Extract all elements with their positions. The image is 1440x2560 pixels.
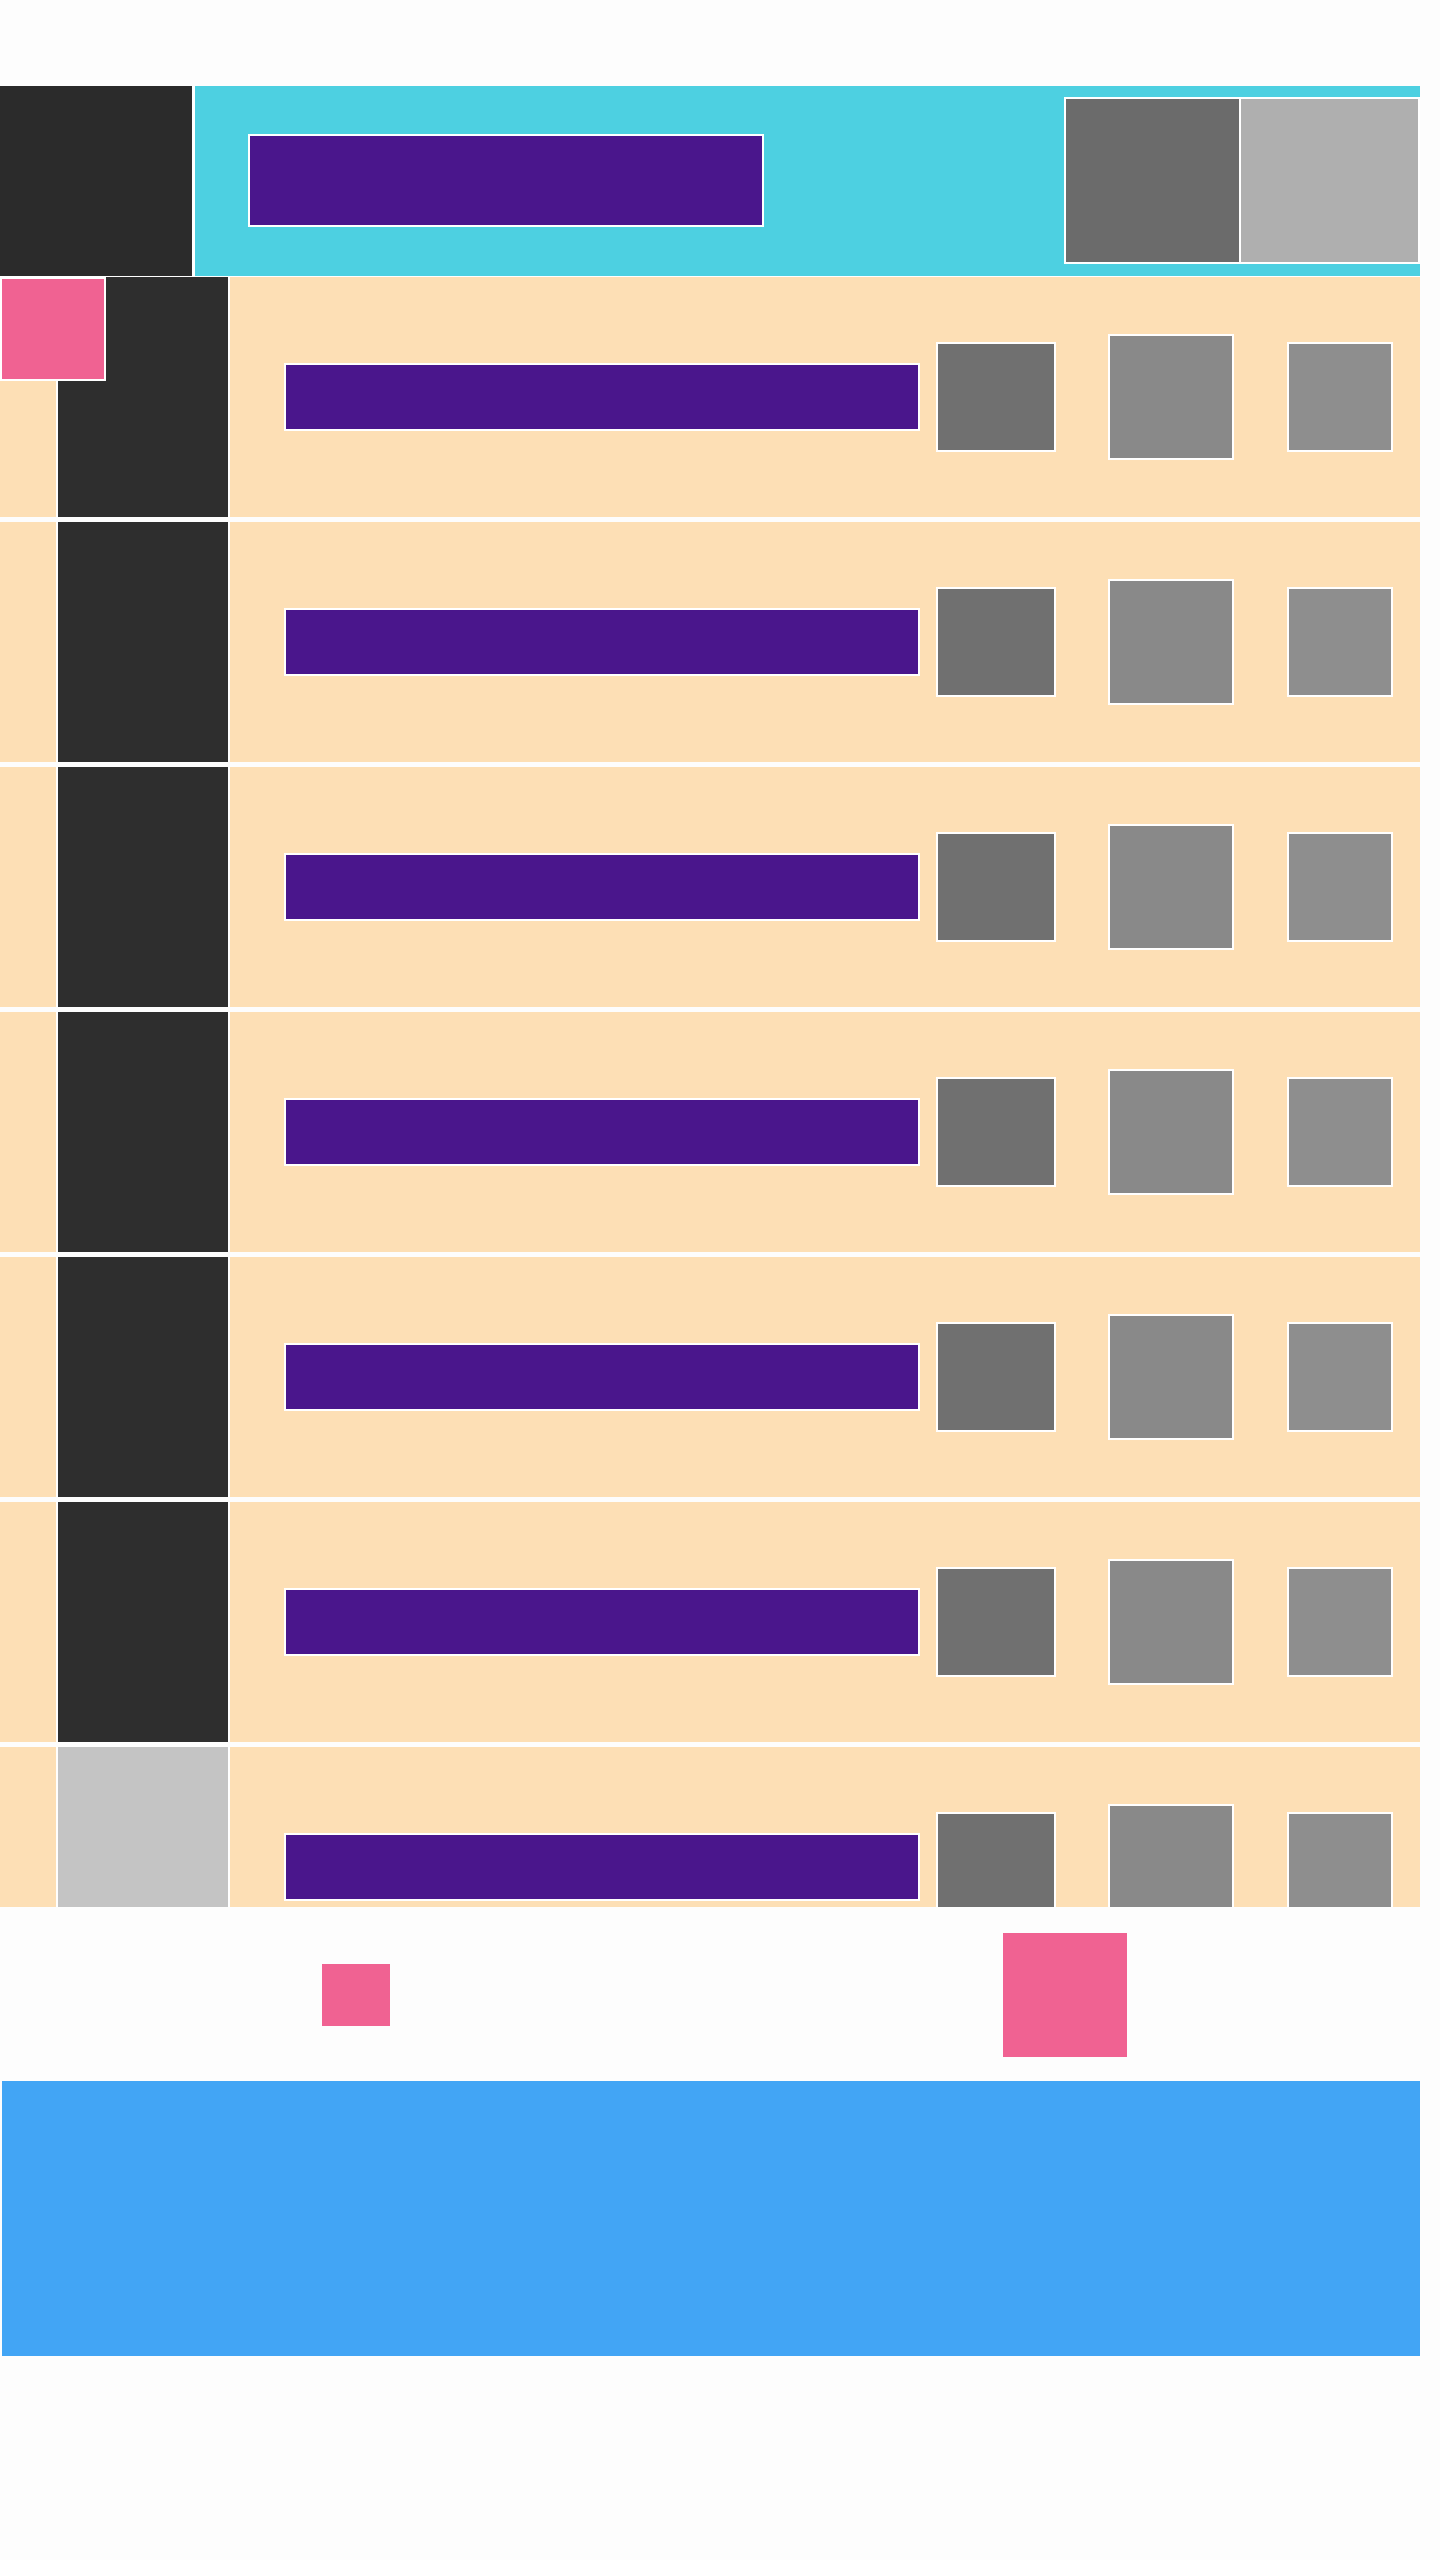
floating-action-button[interactable]	[1003, 1933, 1127, 2057]
item-thumbnail[interactable]	[56, 767, 230, 1007]
item-action-button[interactable]	[1287, 832, 1393, 942]
list-item[interactable]	[0, 1257, 1420, 1497]
item-action-button[interactable]	[936, 1077, 1056, 1187]
corner-badge	[0, 277, 106, 381]
header-title	[248, 134, 764, 227]
item-action-button[interactable]	[1287, 1812, 1393, 1907]
item-action-button[interactable]	[936, 1567, 1056, 1677]
item-thumbnail[interactable]	[56, 522, 230, 762]
item-title	[284, 363, 920, 431]
header-primary-button[interactable]	[1064, 97, 1241, 264]
item-action-button[interactable]	[1108, 1804, 1234, 1907]
item-list	[0, 277, 1420, 1907]
list-item[interactable]	[0, 1012, 1420, 1252]
item-action-button[interactable]	[1108, 1314, 1234, 1440]
item-thumbnail[interactable]	[56, 1012, 230, 1252]
item-action-button[interactable]	[936, 587, 1056, 697]
item-title	[284, 853, 920, 921]
item-action-button[interactable]	[1287, 587, 1393, 697]
item-thumbnail[interactable]	[56, 1257, 230, 1497]
item-action-button[interactable]	[1108, 1069, 1234, 1195]
page	[0, 0, 1440, 2560]
item-title	[284, 1343, 920, 1411]
item-title	[284, 1098, 920, 1166]
pagination-bar	[0, 1907, 1420, 2081]
item-action-button[interactable]	[1108, 1559, 1234, 1685]
bottom-banner[interactable]	[2, 2081, 1420, 2356]
item-action-button[interactable]	[936, 1322, 1056, 1432]
item-title	[284, 1833, 920, 1901]
header-secondary-button[interactable]	[1239, 97, 1420, 264]
item-title	[284, 608, 920, 676]
item-action-button[interactable]	[1108, 579, 1234, 705]
item-action-button[interactable]	[1287, 342, 1393, 452]
item-thumbnail[interactable]	[56, 1747, 230, 1907]
list-item[interactable]	[0, 277, 1420, 517]
item-action-button[interactable]	[1287, 1322, 1393, 1432]
item-thumbnail[interactable]	[56, 1502, 230, 1742]
list-item[interactable]	[0, 1502, 1420, 1742]
list-item[interactable]	[0, 1747, 1420, 1907]
app-logo[interactable]	[0, 86, 195, 276]
list-item[interactable]	[0, 522, 1420, 762]
item-action-button[interactable]	[1287, 1567, 1393, 1677]
item-action-button[interactable]	[936, 1812, 1056, 1907]
list-item[interactable]	[0, 767, 1420, 1007]
app-header	[0, 86, 1420, 278]
item-title	[284, 1588, 920, 1656]
item-action-button[interactable]	[1287, 1077, 1393, 1187]
item-action-button[interactable]	[936, 342, 1056, 452]
item-action-button[interactable]	[1108, 334, 1234, 460]
item-action-button[interactable]	[1108, 824, 1234, 950]
dot-icon[interactable]	[322, 1964, 390, 2026]
item-action-button[interactable]	[936, 832, 1056, 942]
